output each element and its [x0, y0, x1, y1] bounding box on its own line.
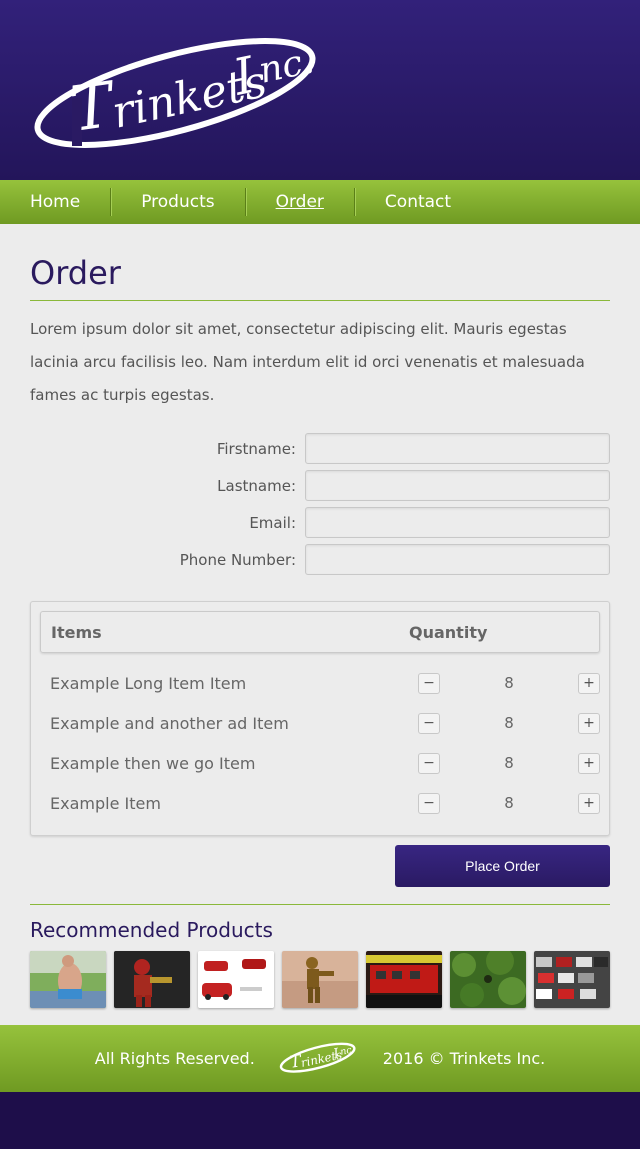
product-thumbnail-iron-man-figure[interactable] [114, 951, 190, 1008]
email-label: Email: [249, 513, 296, 532]
item-name: Example and another ad Item [50, 713, 289, 733]
footer-copyright: 2016 © Trinkets Inc. [382, 1049, 546, 1068]
phone-label: Phone Number: [179, 550, 296, 569]
item-name: Example Long Item Item [50, 673, 247, 693]
items-table-header: Items Quantity [40, 611, 600, 653]
quantity-stepper: − 8 + [418, 752, 600, 774]
decrease-button[interactable]: − [418, 752, 440, 774]
table-row: Example and another ad Item − 8 + [40, 703, 600, 743]
quantity-stepper: − 8 + [418, 712, 600, 734]
product-thumbnail-red-toy-truck[interactable] [366, 951, 442, 1008]
quantity-value: 8 [504, 794, 514, 812]
lastname-input[interactable] [305, 470, 610, 501]
table-row: Example then we go Item − 8 + [40, 743, 600, 783]
footer-rights: All Rights Reserved. [94, 1049, 255, 1068]
footer-logo[interactable]: T rinkets I nc. [279, 1040, 359, 1078]
nav-item-home[interactable]: Home [0, 180, 110, 224]
quantity-value: 8 [504, 754, 514, 772]
nav-item-contact[interactable]: Contact [355, 180, 481, 224]
product-thumbnail-kangaroo-toy[interactable] [30, 951, 106, 1008]
table-row: Example Item − 8 + [40, 783, 600, 823]
increase-button[interactable]: + [577, 752, 600, 774]
order-actions: Place Order [30, 845, 610, 887]
decrease-button[interactable]: − [418, 792, 440, 814]
main-content: Order Lorem ipsum dolor sit amet, consec… [0, 224, 640, 1025]
form-row-firstname: Firstname: [30, 430, 610, 467]
nav-label: Order [275, 192, 324, 212]
table-row: Example Long Item Item − 8 + [40, 663, 600, 703]
form-row-email: Email: [30, 504, 610, 541]
increase-button[interactable]: + [577, 792, 600, 814]
item-name: Example Item [50, 793, 161, 813]
phone-input[interactable] [305, 544, 610, 575]
quantity-stepper: − 8 + [418, 672, 600, 694]
quantity-stepper: − 8 + [418, 792, 600, 814]
recommended-products [30, 951, 610, 1008]
form-row-phone: Phone Number: [30, 541, 610, 578]
main-navigation: Home Products Order Contact [0, 180, 640, 224]
page-bottom [0, 1092, 640, 1149]
increase-button[interactable]: + [577, 672, 600, 694]
nav-item-products[interactable]: Products [111, 180, 244, 224]
nav-label: Products [141, 192, 215, 212]
quantity-column-header: Quantity [409, 622, 488, 642]
site-footer: All Rights Reserved. T rinkets I nc. 201… [0, 1025, 640, 1092]
product-thumbnail-red-cars[interactable] [198, 951, 274, 1008]
decrease-button[interactable]: − [418, 672, 440, 694]
product-thumbnail-bronze-figure[interactable] [282, 951, 358, 1008]
trinkets-logo[interactable]: T rinkets I nc. [30, 28, 330, 157]
firstname-input[interactable] [305, 433, 610, 464]
item-list: Example Long Item Item − 8 + Example and… [40, 663, 600, 823]
nav-label: Contact [384, 192, 452, 212]
email-input[interactable] [305, 507, 610, 538]
site-header: T rinkets I nc. [0, 0, 640, 180]
firstname-label: Firstname: [216, 439, 296, 458]
order-form: Firstname: Lastname: Email: Phone Number… [30, 430, 610, 578]
section-divider [30, 904, 610, 905]
item-name: Example then we go Item [50, 753, 256, 773]
increase-button[interactable]: + [577, 712, 600, 734]
items-column-header: Items [51, 622, 102, 642]
form-row-lastname: Lastname: [30, 467, 610, 504]
page-title: Order [30, 254, 610, 301]
decrease-button[interactable]: − [418, 712, 440, 734]
intro-text: Lorem ipsum dolor sit amet, consectetur … [30, 320, 585, 404]
product-thumbnail-toy-cars-traffic[interactable] [534, 951, 610, 1008]
quantity-value: 8 [504, 714, 514, 732]
recommended-title: Recommended Products [30, 918, 273, 942]
quantity-value: 8 [504, 674, 514, 692]
logo-suffix: nc. [255, 40, 317, 91]
footer-logo-suffix: nc. [339, 1044, 356, 1058]
items-table: Items Quantity Example Long Item Item − … [30, 601, 610, 836]
lastname-label: Lastname: [217, 476, 296, 495]
product-thumbnail-green-foliage[interactable] [450, 951, 526, 1008]
place-order-button[interactable]: Place Order [395, 845, 610, 887]
nav-item-order[interactable]: Order [246, 180, 354, 224]
nav-label: Home [30, 192, 81, 212]
